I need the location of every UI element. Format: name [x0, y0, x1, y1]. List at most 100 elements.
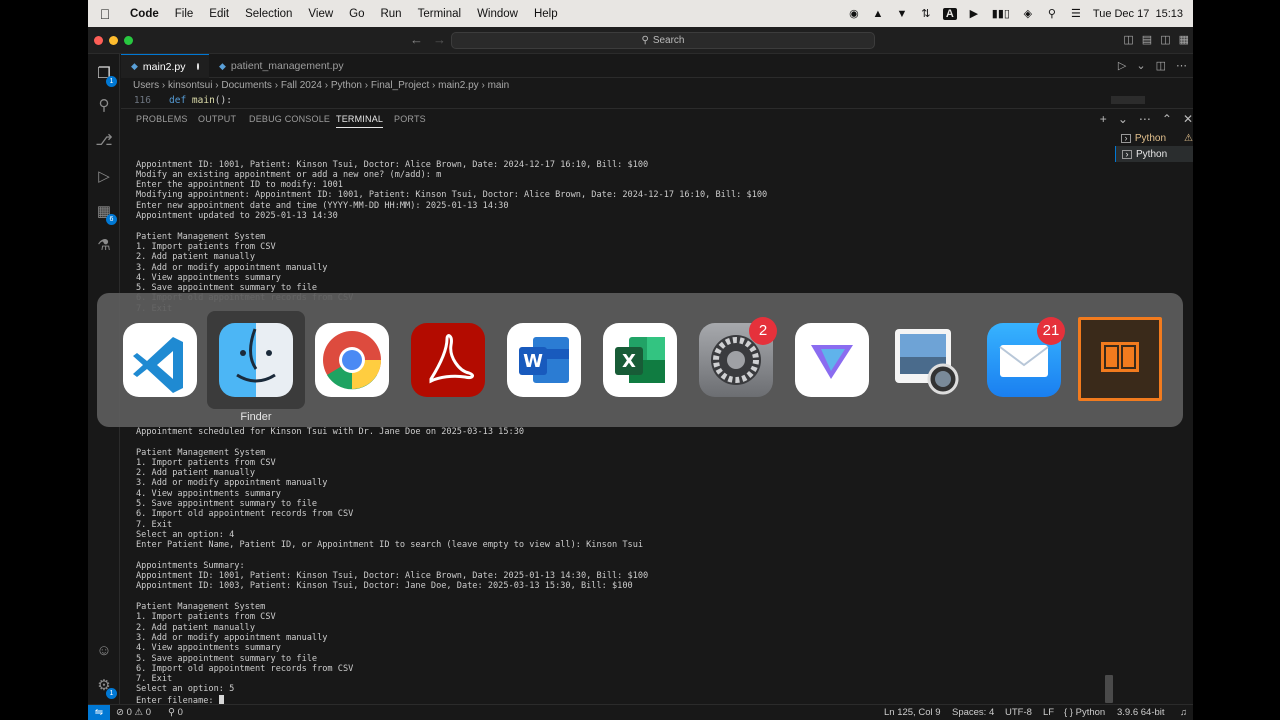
menu-terminal[interactable]: Terminal: [410, 8, 469, 20]
editor-tabs: ◆ main2.py ◆ patient_management.py ▷ ⌄ ◫…: [121, 54, 1193, 78]
word-icon[interactable]: W: [507, 323, 581, 397]
warning-count: 0: [145, 707, 151, 718]
indentation[interactable]: Spaces: 4: [952, 707, 994, 718]
finder-icon[interactable]: [219, 323, 293, 397]
run-dropdown-chevron-icon[interactable]: ⌄: [1136, 59, 1145, 72]
terminal-item-python-2[interactable]: › Python: [1115, 146, 1193, 162]
books-icon[interactable]: [1078, 317, 1162, 401]
ports-status[interactable]: ⚲ 0: [168, 707, 183, 718]
editor-sticky-line[interactable]: 116 def main():: [121, 95, 1101, 107]
spotlight-search-icon[interactable]: ⚲: [1045, 8, 1059, 20]
excel-icon[interactable]: X: [603, 323, 677, 397]
command-center-search[interactable]: ⚲ Search: [451, 32, 875, 49]
menu-edit[interactable]: Edit: [201, 8, 237, 20]
python-interpreter[interactable]: 3.9.6 64-bit: [1117, 707, 1165, 718]
cursor-position[interactable]: Ln 125, Col 9: [884, 707, 941, 718]
run-python-file-icon[interactable]: ▷: [1118, 59, 1126, 72]
menubar-clock[interactable]: Tue Dec 17 15:13: [1093, 8, 1183, 20]
menu-go[interactable]: Go: [341, 8, 372, 20]
toggle-panel-icon[interactable]: ▤: [1142, 33, 1152, 46]
command-center-label: Search: [652, 35, 685, 46]
layout-controls: ◫ ▤ ◫ ▦: [1123, 33, 1189, 46]
menu-app-name[interactable]: Code: [122, 8, 167, 20]
mail-badge: 21: [1037, 317, 1065, 345]
accounts-icon[interactable]: ☺: [94, 641, 114, 661]
code-rest: ():: [214, 95, 232, 106]
tab-problems[interactable]: PROBLEMS: [136, 114, 188, 124]
vscode-icon[interactable]: [123, 323, 197, 397]
terminal-cursor: [218, 694, 224, 704]
chrome-icon[interactable]: [315, 323, 389, 397]
protonvpn-icon[interactable]: [795, 323, 869, 397]
menu-selection[interactable]: Selection: [237, 8, 300, 20]
notifications-bell-icon[interactable]: ♫: [1180, 707, 1187, 718]
terminal-output-bottom: Appointment scheduled for Kinson Tsui wi…: [136, 427, 648, 704]
manage-badge: 1: [106, 688, 117, 699]
terminal-scrollbar[interactable]: [1105, 675, 1113, 703]
menu-run[interactable]: Run: [372, 8, 409, 20]
back-arrow-icon[interactable]: ←: [410, 32, 423, 47]
preview-icon[interactable]: [891, 323, 965, 397]
record-icon[interactable]: ◉: [847, 8, 861, 20]
close-window-button[interactable]: [94, 36, 103, 45]
toggle-secondary-sidebar-icon[interactable]: ◫: [1160, 33, 1170, 46]
source-control-icon[interactable]: ⎇: [94, 131, 114, 151]
code-function-name: main: [191, 95, 215, 106]
menubar-status-area: ◉ ▲ ▼ ⇅ A ▶ ▮▮▯ ◈ ⚲ ☰ Tue Dec 17 15:13: [847, 0, 1183, 27]
search-icon[interactable]: ⚲: [94, 96, 114, 116]
tab-main2-py[interactable]: ◆ main2.py: [121, 54, 209, 78]
wifi-icon[interactable]: ◈: [1021, 8, 1035, 20]
minimize-window-button[interactable]: [109, 36, 118, 45]
toggle-sidebar-icon[interactable]: ◫: [1123, 33, 1133, 46]
line-number: 116: [133, 95, 151, 106]
tab-output[interactable]: OUTPUT: [198, 114, 236, 124]
remote-indicator-icon[interactable]: ⇋: [88, 705, 110, 720]
acrobat-icon[interactable]: [411, 323, 485, 397]
menu-view[interactable]: View: [300, 8, 341, 20]
app-switcher: Finder W X 2 21: [97, 293, 1183, 427]
menubar:  Code File Edit Selection View Go Run T…: [88, 0, 1193, 27]
menu-file[interactable]: File: [167, 8, 202, 20]
app-status-icon[interactable]: ▲: [871, 8, 885, 20]
breadcrumb[interactable]: Users › kinsontsui › Documents › Fall 20…: [133, 80, 509, 91]
split-editor-icon[interactable]: ◫: [1156, 59, 1166, 72]
terminal-list: › Python ⚠ › Python: [1115, 130, 1193, 162]
tab-label: patient_management.py: [230, 60, 344, 72]
svg-text:X: X: [622, 351, 636, 372]
menu-window[interactable]: Window: [469, 8, 526, 20]
more-actions-icon[interactable]: ⋯: [1176, 59, 1187, 72]
maximize-panel-icon[interactable]: ⌃: [1162, 112, 1172, 126]
apple-icon[interactable]: : [88, 6, 122, 22]
battery-icon[interactable]: ▮▮▯: [991, 8, 1011, 20]
unsaved-dot-icon[interactable]: [196, 63, 199, 70]
end-of-line[interactable]: LF: [1043, 707, 1054, 718]
encoding[interactable]: UTF-8: [1005, 707, 1032, 718]
svg-text:W: W: [523, 351, 543, 372]
testing-flask-icon[interactable]: ⚗: [94, 236, 114, 256]
panel-actions: + ⌄ ⋯ ⌃ ✕: [1100, 112, 1193, 126]
tab-ports[interactable]: PORTS: [394, 114, 426, 124]
more-actions-icon[interactable]: ⋯: [1139, 112, 1151, 126]
vpn-status-icon[interactable]: ▼: [895, 8, 909, 20]
menu-help[interactable]: Help: [526, 8, 566, 20]
terminal-item-python-1[interactable]: › Python ⚠: [1115, 130, 1193, 146]
play-icon[interactable]: ▶: [967, 8, 981, 20]
language-mode[interactable]: { } Python: [1064, 707, 1105, 718]
problems-status[interactable]: ⊘ 0 ⚠ 0: [116, 707, 151, 718]
network-icon[interactable]: ⇅: [919, 8, 933, 20]
panel-tab-bar: PROBLEMS OUTPUT DEBUG CONSOLE TERMINAL P…: [121, 108, 1193, 129]
minimap[interactable]: [1111, 96, 1145, 104]
tab-patient-management-py[interactable]: ◆ patient_management.py: [209, 54, 354, 78]
zoom-window-button[interactable]: [124, 36, 133, 45]
control-center-icon[interactable]: ☰: [1069, 8, 1083, 20]
forward-arrow-icon[interactable]: →: [433, 32, 446, 47]
tab-debug-console[interactable]: DEBUG CONSOLE: [249, 114, 330, 124]
run-debug-icon[interactable]: ▷: [94, 167, 114, 187]
terminal-dropdown-icon[interactable]: ⌄: [1118, 112, 1128, 126]
new-terminal-plus-icon[interactable]: +: [1100, 112, 1107, 126]
customize-layout-icon[interactable]: ▦: [1179, 33, 1189, 46]
close-panel-icon[interactable]: ✕: [1183, 112, 1193, 126]
input-source-icon[interactable]: A: [942, 7, 957, 20]
tab-terminal[interactable]: TERMINAL: [336, 114, 384, 128]
extensions-badge: 6: [106, 214, 117, 225]
